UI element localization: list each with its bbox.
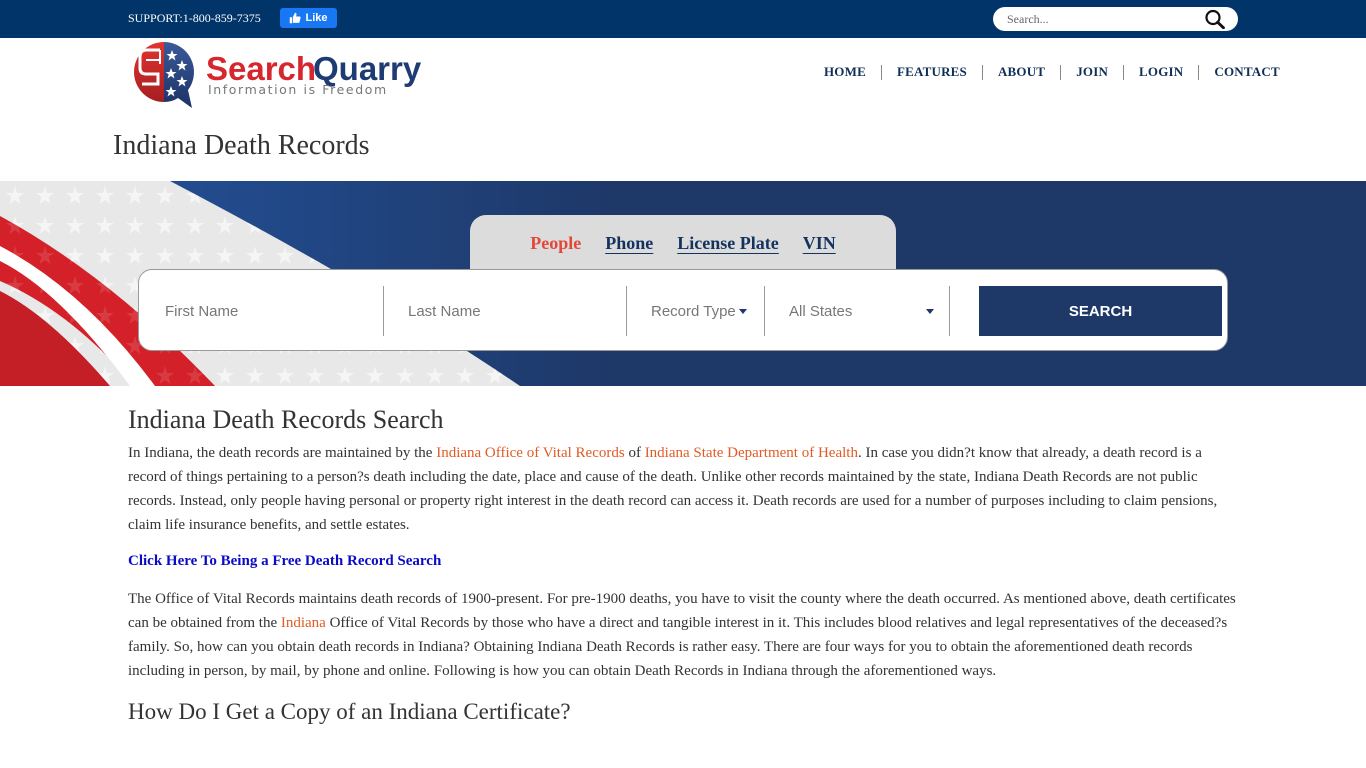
caret-down-icon: [926, 308, 934, 314]
link-indiana-state-dept-health[interactable]: Indiana State Department of Health: [645, 445, 858, 461]
nav-join[interactable]: JOIN: [1061, 64, 1123, 80]
nav-contact[interactable]: CONTACT: [1199, 64, 1294, 80]
like-label: Like: [305, 12, 328, 24]
page-title: Indiana Death Records: [113, 130, 370, 161]
nav-login[interactable]: LOGIN: [1124, 64, 1198, 80]
search-icon[interactable]: [1204, 9, 1226, 29]
facebook-like-button[interactable]: Like: [280, 8, 337, 28]
last-name-input[interactable]: [408, 286, 623, 336]
top-bar: SUPPORT:1-800-859-7375 Like: [0, 0, 1366, 38]
caret-down-icon: [738, 308, 747, 314]
main-nav: HOME FEATURES ABOUT JOIN LOGIN CONTACT: [809, 64, 1295, 80]
last-name-field-wrap: [408, 286, 623, 336]
link-indiana[interactable]: Indiana: [281, 615, 326, 631]
logo-tagline: Information is Freedom: [208, 82, 388, 97]
text-span: In Indiana, the death records are mainta…: [128, 445, 437, 461]
nav-features[interactable]: FEATURES: [882, 64, 982, 80]
search-type-tabs: People Phone License Plate VIN: [470, 215, 896, 271]
article-heading: Indiana Death Records Search: [128, 405, 444, 434]
search-submit-button[interactable]: SEARCH: [979, 286, 1222, 336]
site-search: [993, 7, 1238, 31]
site-search-input[interactable]: [1007, 10, 1197, 28]
field-divider: [383, 286, 384, 336]
tab-people[interactable]: People: [530, 233, 581, 254]
field-divider: [949, 286, 950, 336]
article-content: Indiana Death Records Search In Indiana,…: [128, 405, 1240, 725]
people-search-form: Record Type All States SEARCH: [138, 269, 1228, 351]
link-indiana-office-vital-records[interactable]: Indiana Office of Vital Records: [436, 445, 624, 461]
free-death-record-search-link[interactable]: Click Here To Being a Free Death Record …: [128, 553, 1240, 570]
first-name-input[interactable]: [165, 286, 380, 336]
record-type-value: Record Type: [651, 302, 736, 320]
logo-emblem-icon: Search Quarry Information is Freedom: [134, 42, 422, 108]
nav-about[interactable]: ABOUT: [983, 64, 1060, 80]
field-divider: [764, 286, 765, 336]
nav-home[interactable]: HOME: [809, 64, 881, 80]
article-subheading: How Do I Get a Copy of an Indiana Certif…: [128, 699, 571, 724]
site-logo[interactable]: Search Quarry Information is Freedom: [130, 40, 425, 110]
support-phone: SUPPORT:1-800-859-7375: [128, 11, 261, 25]
article-paragraph-2: The Office of Vital Records maintains de…: [128, 587, 1240, 683]
thumbs-up-icon: [290, 12, 302, 24]
tab-vin[interactable]: VIN: [803, 233, 836, 254]
article-paragraph-1: In Indiana, the death records are mainta…: [128, 441, 1240, 537]
tab-phone[interactable]: Phone: [605, 233, 653, 254]
state-value: All States: [789, 302, 853, 320]
first-name-field-wrap: [165, 286, 380, 336]
text-span: of: [624, 445, 645, 461]
tab-license-plate[interactable]: License Plate: [677, 233, 778, 254]
state-select[interactable]: All States: [789, 286, 934, 336]
record-type-select[interactable]: Record Type: [651, 286, 763, 336]
field-divider: [626, 286, 627, 336]
